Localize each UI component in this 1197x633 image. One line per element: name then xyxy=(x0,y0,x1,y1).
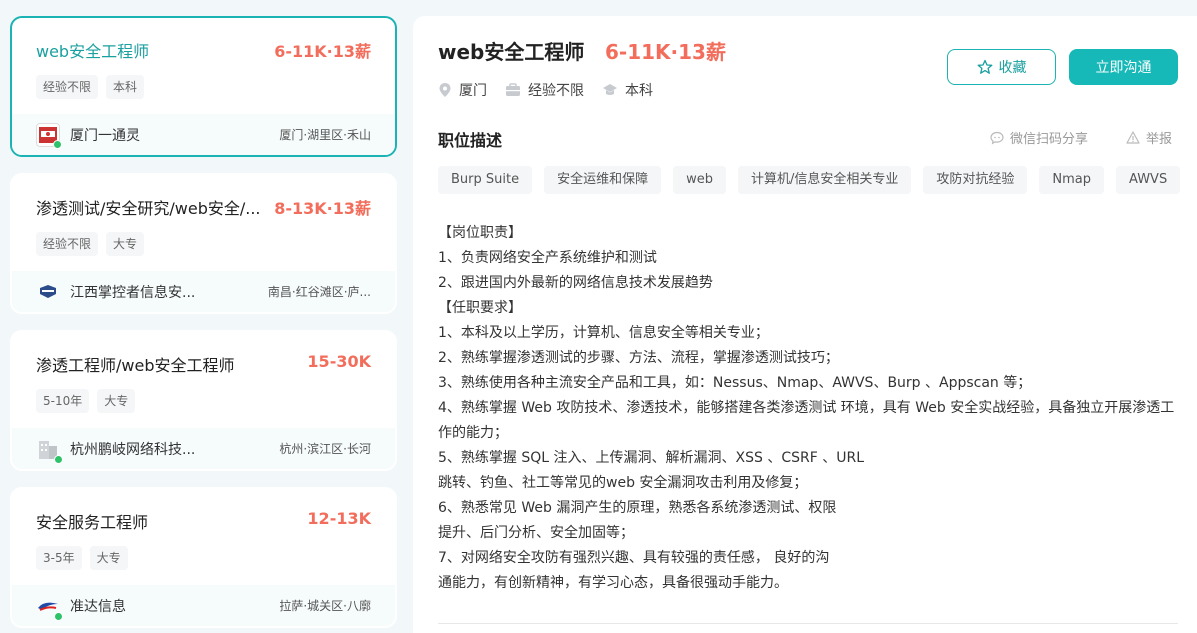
graduation-cap-icon xyxy=(603,84,617,95)
job-card-salary: 12-13K xyxy=(307,509,371,528)
job-card-tag: 大专 xyxy=(89,546,128,570)
job-card-salary: 8-13K·13薪 xyxy=(274,199,371,218)
company-name: 江西掌控者信息安... xyxy=(70,284,196,301)
online-status-dot xyxy=(54,611,63,621)
job-card-tag: 3-5年 xyxy=(36,546,82,570)
skill-tag: 计算机/信息安全相关专业 xyxy=(738,166,912,194)
skill-tag: 安全运维和保障 xyxy=(544,166,662,194)
description-line: 5、熟练掌握 SQL 注入、上传漏洞、解析漏洞、XSS 、CSRF 、URL xyxy=(438,450,864,466)
job-card-tag: 本科 xyxy=(106,75,145,99)
skill-tag: Nmap xyxy=(1039,166,1105,194)
skill-tag: web xyxy=(673,166,726,194)
description-line: 6、熟悉常见 Web 漏洞产生的原理，熟悉各系统渗透测试、权限 xyxy=(438,500,837,516)
section-title: 职位描述 xyxy=(438,131,503,150)
description-line: 【岗位职责】 xyxy=(438,225,522,241)
company-logo xyxy=(36,437,63,464)
company-name: 准达信息 xyxy=(70,598,126,615)
description-line: 2、跟进国内外最新的网络信息技术发展趋势 xyxy=(438,275,713,291)
job-card-salary: 6-11K·13薪 xyxy=(274,42,371,61)
description-line: 【任职要求】 xyxy=(438,300,522,316)
company-logo xyxy=(36,594,63,621)
job-card-title: 安全服务工程师 xyxy=(36,513,149,532)
job-meta: 厦门 经验不限 本科 xyxy=(438,80,653,100)
star-icon xyxy=(977,59,992,74)
meta-education: 本科 xyxy=(602,80,653,100)
detail-job-title: web安全工程师 xyxy=(438,40,585,64)
description-line: 7、对网络安全攻防有强烈兴趣、具有较强的责任感， 良好的沟 xyxy=(438,550,830,566)
description-line: 3、熟练使用各种主流安全产品和工具，如：Nessus、Nmap、AWVS、Bur… xyxy=(438,375,1032,391)
job-card-salary: 15-30K xyxy=(307,352,371,371)
job-card[interactable]: web安全工程师 6-11K·13薪 经验不限 本科 厦门一通灵 厦门·湖里区·… xyxy=(10,16,397,157)
company-logo xyxy=(36,122,62,149)
wechat-share-link[interactable]: 微信扫码分享 xyxy=(990,128,1088,147)
job-card-tag: 经验不限 xyxy=(36,232,99,256)
company-name: 厦门一通灵 xyxy=(70,127,140,144)
job-detail-panel: web安全工程师 6-11K·13薪 厦门 经验不限 本科 收藏 立即沟通 职位… xyxy=(413,16,1197,633)
job-location: 拉萨·城关区·八廓 xyxy=(279,599,371,613)
skill-tag: 攻防对抗经验 xyxy=(923,166,1028,194)
job-card-tag: 大专 xyxy=(97,389,136,413)
job-card-title: 渗透测试/安全研究/web安全/... xyxy=(36,199,261,218)
description-line: 通能力，有创新精神，有学习心态，具备很强动手能力。 xyxy=(438,575,788,591)
job-card-title: web安全工程师 xyxy=(36,42,150,61)
skill-tags: Burp Suite 安全运维和保障 web 计算机/信息安全相关专业 攻防对抗… xyxy=(438,166,1181,194)
report-label: 举报 xyxy=(1146,132,1173,147)
divider xyxy=(438,623,1178,624)
skill-tag: AWVS xyxy=(1116,166,1181,194)
description-line: 提升、后门分析、安全加固等； xyxy=(438,525,634,541)
meta-experience-text: 经验不限 xyxy=(528,83,584,99)
online-status-dot xyxy=(53,139,62,149)
report-link[interactable]: 举报 xyxy=(1126,128,1172,147)
description-line: 跳转、钓鱼、社工等常见的web 安全漏洞攻击利用及修复； xyxy=(438,475,808,491)
job-list: web安全工程师 6-11K·13薪 经验不限 本科 厦门一通灵 厦门·湖里区·… xyxy=(10,16,397,633)
meta-city-text: 厦门 xyxy=(459,83,487,99)
company-logo xyxy=(36,280,60,304)
job-card[interactable]: 安全服务工程师 12-13K 3-5年 大专 准达信息 拉萨·城关区·八廓 xyxy=(10,487,397,628)
detail-job-salary: 6-11K·13薪 xyxy=(605,40,726,64)
meta-education-text: 本科 xyxy=(625,83,653,99)
skill-tag: Burp Suite xyxy=(438,166,533,194)
job-description: 【岗位职责】 1、负责网络安全产系统维护和测试 2、跟进国内外最新的网络信息技术… xyxy=(438,221,1178,596)
description-line: 2、熟练掌握渗透测试的步骤、方法、流程，掌握渗透测试技巧； xyxy=(438,350,839,366)
job-card-tag: 5-10年 xyxy=(36,389,90,413)
description-line: 4、熟练掌握 Web 攻防技术、渗透技术，能够搭建各类渗透测试 环境，具有 We… xyxy=(438,400,1175,441)
chat-bubble-icon xyxy=(990,131,1004,144)
job-card-tag: 经验不限 xyxy=(36,75,99,99)
meta-city: 厦门 xyxy=(438,80,487,100)
job-location: 厦门·湖里区·禾山 xyxy=(279,128,371,142)
share-label: 微信扫码分享 xyxy=(1010,132,1089,147)
briefcase-icon xyxy=(506,83,520,96)
job-card[interactable]: 渗透工程师/web安全工程师 15-30K 5-10年 大专 杭州鹏岐网络科技.… xyxy=(10,330,397,471)
job-card-title: 渗透工程师/web安全工程师 xyxy=(36,356,235,375)
job-card[interactable]: 渗透测试/安全研究/web安全/... 8-13K·13薪 经验不限 大专 江西… xyxy=(10,173,397,314)
job-card-tag: 大专 xyxy=(106,232,145,256)
description-line: 1、负责网络安全产系统维护和测试 xyxy=(438,250,657,266)
online-status-dot xyxy=(54,454,63,464)
job-location: 南昌·红谷滩区·庐... xyxy=(267,285,371,299)
meta-experience: 经验不限 xyxy=(505,80,584,100)
location-pin-icon xyxy=(439,83,451,97)
chat-now-button[interactable]: 立即沟通 xyxy=(1069,49,1178,85)
favorite-button[interactable]: 收藏 xyxy=(947,49,1056,85)
company-name: 杭州鹏岐网络科技... xyxy=(70,441,196,458)
favorite-button-label: 收藏 xyxy=(998,60,1027,76)
job-location: 杭州·滨江区·长河 xyxy=(279,442,371,456)
description-line: 1、本科及以上学历，计算机、信息安全等相关专业； xyxy=(438,325,769,341)
company-logo-icon xyxy=(40,284,56,298)
warning-icon xyxy=(1126,131,1140,144)
